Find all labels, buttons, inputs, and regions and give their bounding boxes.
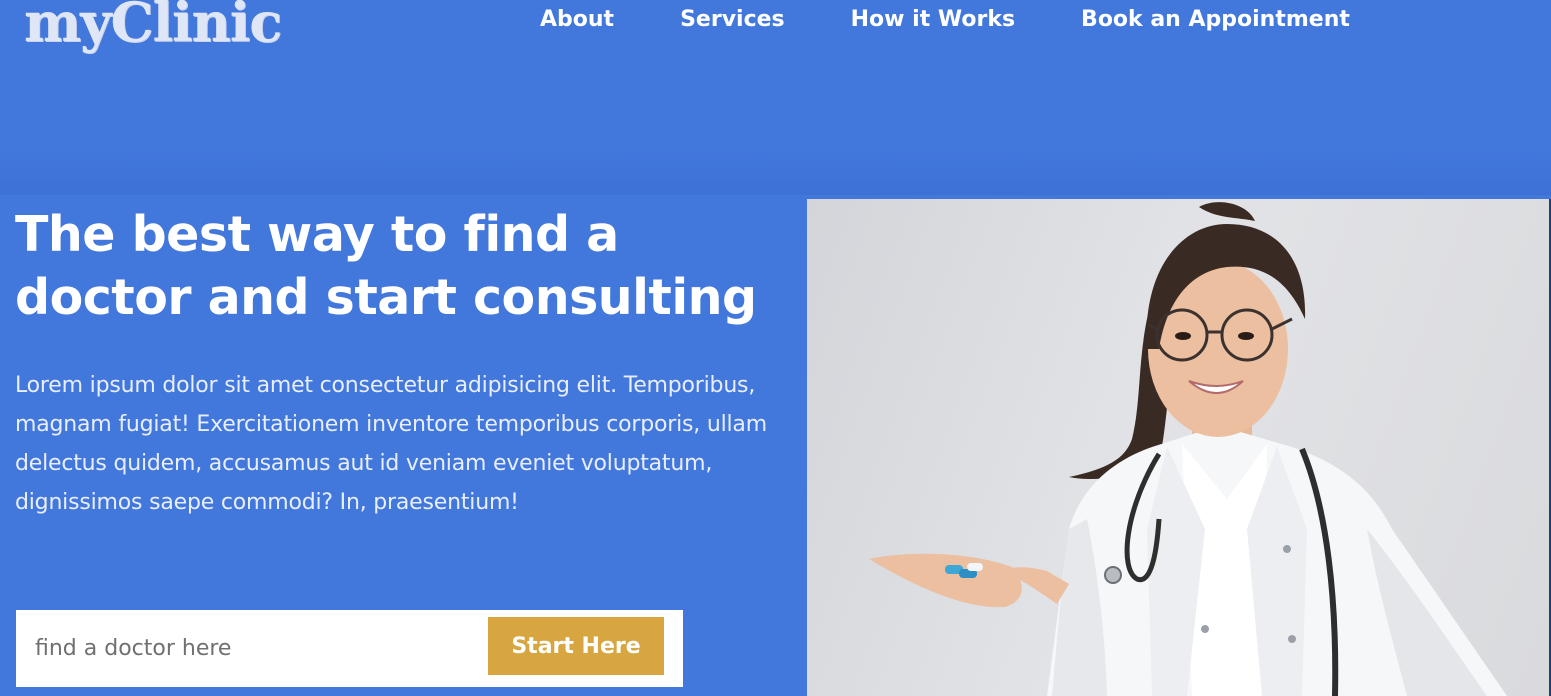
header-divider-shadow [0,150,1551,195]
brand-logo[interactable]: myClinic [24,0,282,58]
hero-title: The best way to find a doctor and start … [15,206,757,326]
doctor-photo [807,199,1551,696]
hero-description: Lorem ipsum dolor sit amet consectetur a… [15,373,767,515]
nav-book-appointment[interactable]: Book an Appointment [1081,7,1350,32]
doctor-search-form: Start Here [16,610,683,687]
start-here-button[interactable]: Start Here [488,617,664,675]
nav-services[interactable]: Services [680,7,785,32]
nav-about[interactable]: About [540,7,614,32]
doctor-illustration [869,202,1507,696]
landing-page: myClinic About Services How it Works Boo… [0,0,1551,696]
nav-how-it-works[interactable]: How it Works [851,7,1015,32]
doctor-search-input[interactable] [16,610,476,687]
main-nav: About Services How it Works Book an Appo… [540,0,1350,38]
